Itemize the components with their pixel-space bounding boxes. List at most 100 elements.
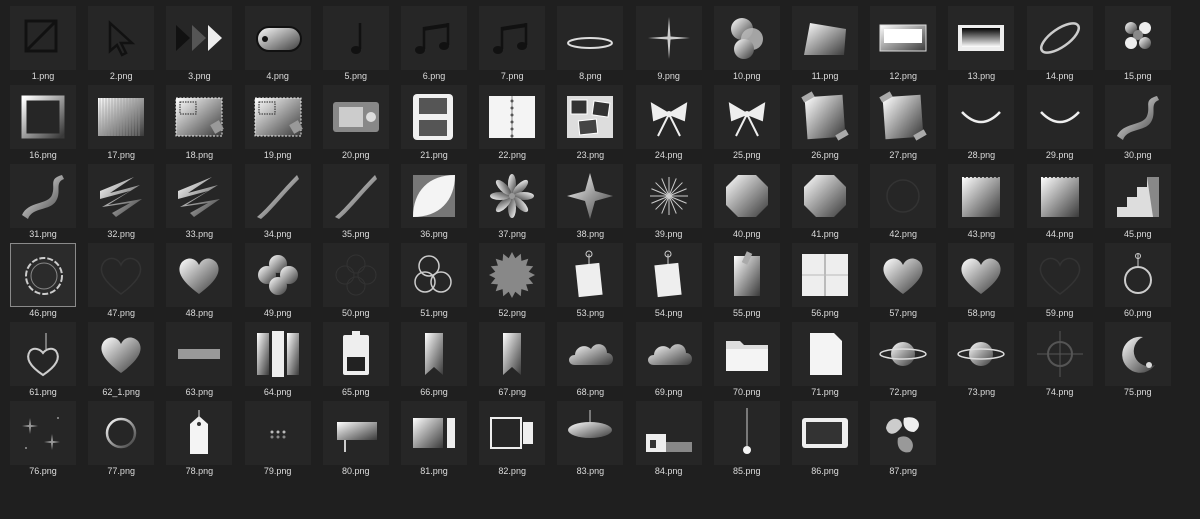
file-item[interactable]: 2.png bbox=[88, 6, 155, 84]
file-thumbnail[interactable] bbox=[88, 6, 155, 70]
file-item[interactable]: 23.png bbox=[557, 85, 624, 163]
file-item[interactable]: 69.png bbox=[635, 322, 702, 400]
file-thumbnail[interactable] bbox=[479, 6, 546, 70]
file-thumbnail[interactable] bbox=[1104, 164, 1171, 228]
file-item[interactable]: 48.png bbox=[166, 243, 233, 321]
file-thumbnail[interactable] bbox=[948, 243, 1015, 307]
file-item[interactable]: 43.png bbox=[948, 164, 1015, 242]
file-item[interactable]: 12.png bbox=[870, 6, 937, 84]
file-item[interactable]: 56.png bbox=[792, 243, 858, 321]
file-item[interactable]: 33.png bbox=[166, 164, 233, 242]
file-thumbnail[interactable] bbox=[479, 164, 546, 228]
file-item[interactable]: 25.png bbox=[713, 85, 780, 163]
file-thumbnail[interactable] bbox=[1104, 322, 1171, 386]
file-item[interactable]: 68.png bbox=[557, 322, 624, 400]
file-thumbnail[interactable] bbox=[1026, 85, 1093, 149]
file-item[interactable]: 66.png bbox=[401, 322, 467, 400]
file-item[interactable]: 49.png bbox=[244, 243, 311, 321]
file-item[interactable]: 27.png bbox=[870, 85, 937, 163]
file-thumbnail[interactable] bbox=[948, 322, 1015, 386]
file-item[interactable]: 54.png bbox=[635, 243, 702, 321]
file-thumbnail[interactable] bbox=[244, 6, 311, 70]
file-thumbnail[interactable] bbox=[870, 6, 937, 70]
file-thumbnail[interactable] bbox=[635, 6, 702, 70]
file-thumbnail[interactable] bbox=[244, 85, 311, 149]
file-item[interactable]: 38.png bbox=[557, 164, 624, 242]
file-thumbnail[interactable] bbox=[792, 85, 858, 149]
file-thumbnail[interactable] bbox=[635, 164, 702, 228]
file-thumbnail[interactable] bbox=[322, 401, 389, 465]
file-item[interactable]: 61.png bbox=[10, 322, 76, 400]
file-thumbnail[interactable] bbox=[10, 401, 76, 465]
file-thumbnail[interactable] bbox=[166, 401, 233, 465]
file-item[interactable]: 7.png bbox=[479, 6, 546, 84]
file-thumbnail[interactable] bbox=[635, 401, 702, 465]
file-item[interactable]: 46.png bbox=[10, 243, 76, 321]
file-thumbnail[interactable] bbox=[557, 6, 624, 70]
file-item[interactable]: 22.png bbox=[479, 85, 546, 163]
file-item[interactable]: 87.png bbox=[870, 401, 937, 479]
file-item[interactable]: 32.png bbox=[88, 164, 155, 242]
file-item[interactable]: 39.png bbox=[635, 164, 702, 242]
file-item[interactable]: 85.png bbox=[713, 401, 780, 479]
file-item[interactable]: 52.png bbox=[479, 243, 546, 321]
file-item[interactable]: 44.png bbox=[1026, 164, 1093, 242]
file-item[interactable]: 77.png bbox=[88, 401, 155, 479]
file-item[interactable]: 47.png bbox=[88, 243, 155, 321]
file-thumbnail[interactable] bbox=[948, 164, 1015, 228]
file-thumbnail[interactable] bbox=[322, 164, 389, 228]
file-thumbnail[interactable] bbox=[166, 164, 233, 228]
file-item[interactable]: 65.png bbox=[322, 322, 389, 400]
file-item[interactable]: 13.png bbox=[948, 6, 1015, 84]
file-thumbnail[interactable] bbox=[401, 322, 467, 386]
file-thumbnail[interactable] bbox=[1104, 85, 1171, 149]
file-thumbnail[interactable] bbox=[479, 322, 546, 386]
file-item[interactable]: 28.png bbox=[948, 85, 1015, 163]
file-item[interactable]: 73.png bbox=[948, 322, 1015, 400]
file-item[interactable]: 78.png bbox=[166, 401, 233, 479]
file-thumbnail[interactable] bbox=[244, 401, 311, 465]
file-item[interactable]: 74.png bbox=[1026, 322, 1093, 400]
file-thumbnail[interactable] bbox=[557, 85, 624, 149]
file-item[interactable]: 51.png bbox=[401, 243, 467, 321]
file-item[interactable]: 41.png bbox=[792, 164, 858, 242]
file-thumbnail[interactable] bbox=[557, 322, 624, 386]
file-thumbnail[interactable] bbox=[88, 401, 155, 465]
file-item[interactable]: 84.png bbox=[635, 401, 702, 479]
file-thumbnail[interactable] bbox=[1026, 243, 1093, 307]
file-thumbnail[interactable] bbox=[479, 85, 546, 149]
file-item[interactable]: 81.png bbox=[401, 401, 467, 479]
file-item[interactable]: 17.png bbox=[88, 85, 155, 163]
file-thumbnail[interactable] bbox=[713, 6, 780, 70]
file-thumbnail[interactable] bbox=[1026, 164, 1093, 228]
file-thumbnail[interactable] bbox=[870, 164, 937, 228]
file-thumbnail[interactable] bbox=[88, 322, 155, 386]
file-thumbnail[interactable] bbox=[401, 85, 467, 149]
file-thumbnail[interactable] bbox=[635, 322, 702, 386]
file-item[interactable]: 83.png bbox=[557, 401, 624, 479]
file-item[interactable]: 67.png bbox=[479, 322, 546, 400]
file-thumbnail[interactable] bbox=[401, 243, 467, 307]
file-item[interactable]: 10.png bbox=[713, 6, 780, 84]
file-item[interactable]: 70.png bbox=[713, 322, 780, 400]
file-thumbnail[interactable] bbox=[713, 322, 780, 386]
file-thumbnail[interactable] bbox=[322, 6, 389, 70]
file-item[interactable]: 40.png bbox=[713, 164, 780, 242]
file-thumbnail[interactable] bbox=[401, 164, 467, 228]
file-item[interactable]: 76.png bbox=[10, 401, 76, 479]
file-thumbnail[interactable] bbox=[88, 164, 155, 228]
file-thumbnail[interactable] bbox=[557, 243, 624, 307]
file-item[interactable]: 4.png bbox=[244, 6, 311, 84]
file-thumbnail[interactable] bbox=[1026, 6, 1093, 70]
file-item[interactable]: 34.png bbox=[244, 164, 311, 242]
file-thumbnail[interactable] bbox=[166, 322, 233, 386]
file-item[interactable]: 18.png bbox=[166, 85, 233, 163]
file-item[interactable]: 20.png bbox=[322, 85, 389, 163]
file-thumbnail[interactable] bbox=[244, 243, 311, 307]
file-item[interactable]: 29.png bbox=[1026, 85, 1093, 163]
file-item[interactable]: 9.png bbox=[635, 6, 702, 84]
file-thumbnail[interactable] bbox=[870, 85, 937, 149]
file-item[interactable]: 6.png bbox=[401, 6, 467, 84]
file-thumbnail[interactable] bbox=[1104, 243, 1171, 307]
file-item[interactable]: 63.png bbox=[166, 322, 233, 400]
